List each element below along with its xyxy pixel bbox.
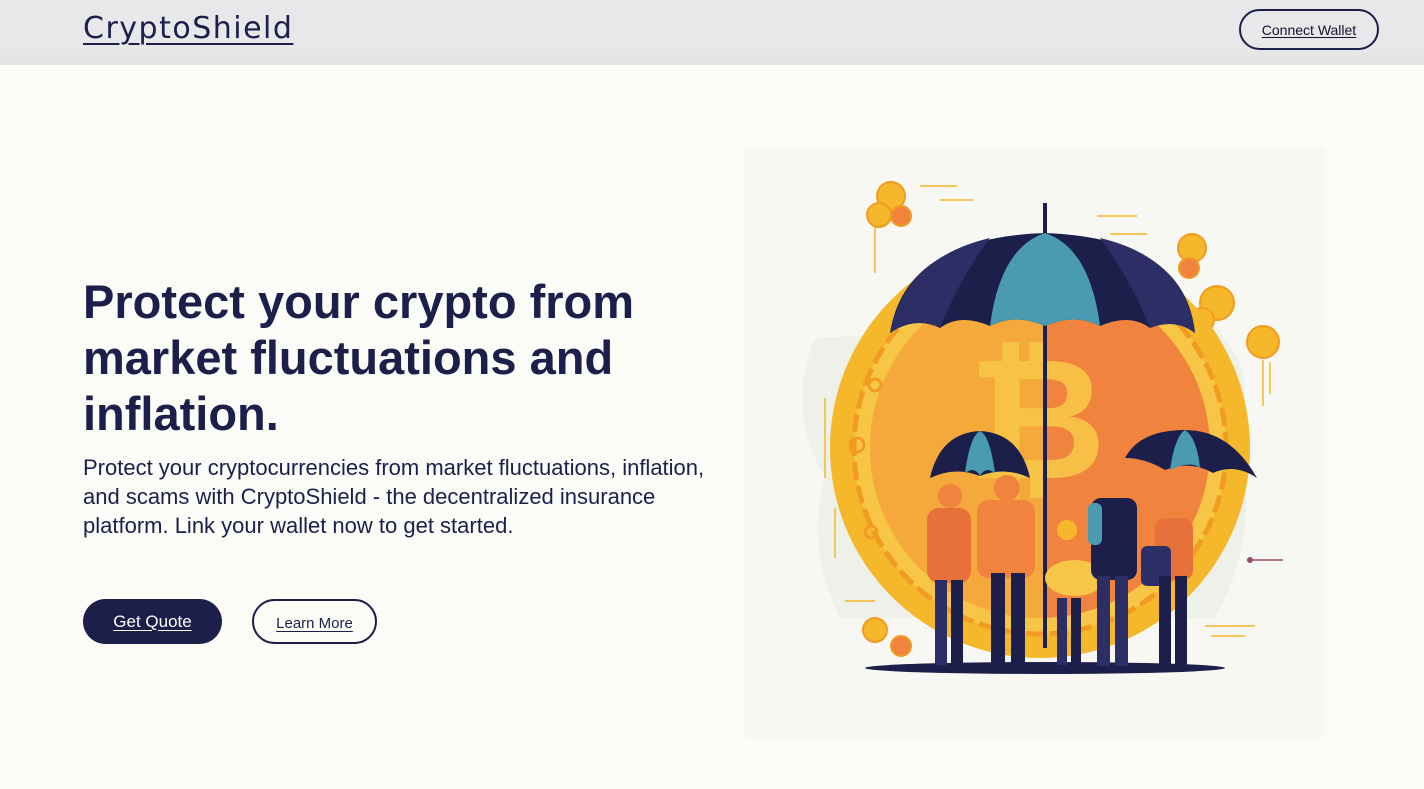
hero-description: Protect your cryptocurrencies from marke… <box>83 455 705 538</box>
get-quote-button[interactable]: Get Quote <box>83 599 222 644</box>
learn-more-button[interactable]: Learn More <box>252 599 377 644</box>
svg-text:₿: ₿ <box>968 321 1107 519</box>
hero-illustration: ₿ <box>745 148 1325 738</box>
top-navbar: CryptoShield Connect Wallet <box>0 0 1424 65</box>
brand-logo-link[interactable]: CryptoShield <box>83 11 293 46</box>
hero-headline: Protect your crypto from market fluctuat… <box>83 275 635 440</box>
connect-wallet-button[interactable]: Connect Wallet <box>1239 9 1379 50</box>
